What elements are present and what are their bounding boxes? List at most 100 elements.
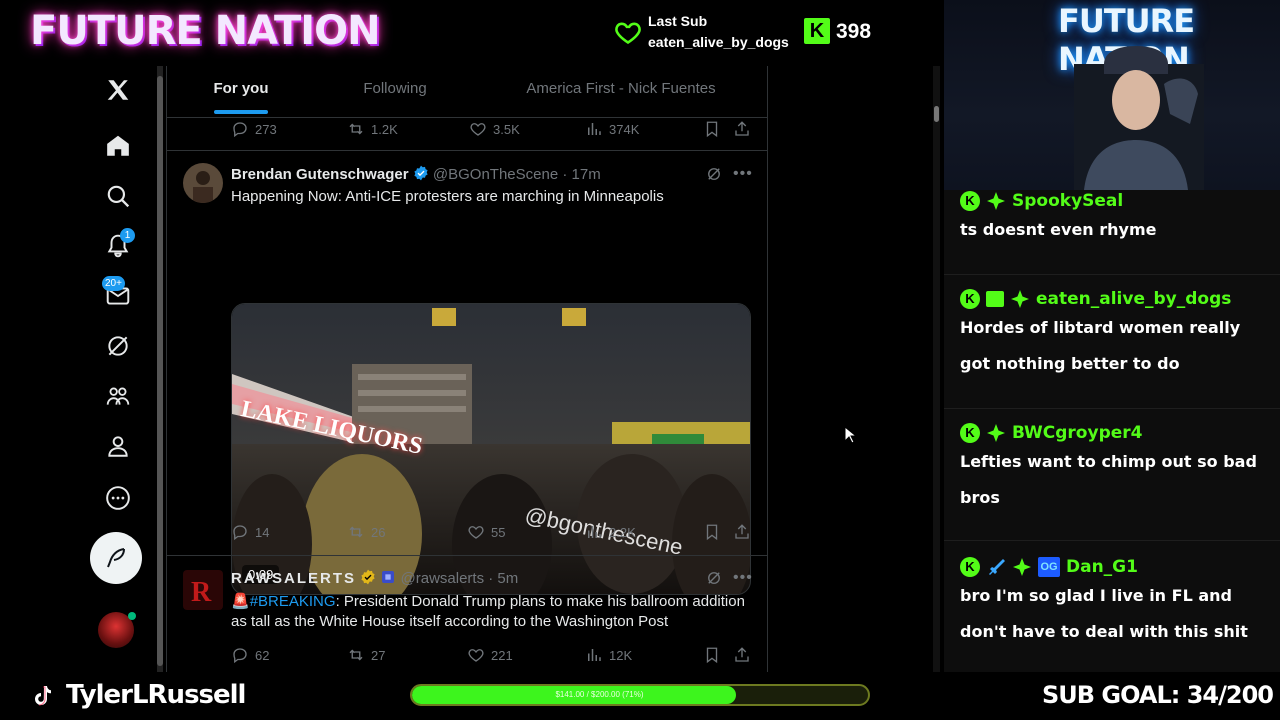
repost-button[interactable]: 27 <box>347 646 385 664</box>
like-button[interactable]: 3.5K <box>469 120 520 138</box>
active-tab-indicator <box>214 110 268 114</box>
donation-goal-bar: $141.00 / $200.00 (71%) <box>410 684 870 706</box>
reply-icon <box>233 525 247 541</box>
affiliate-badge-icon <box>382 571 395 583</box>
grok-explain-icon[interactable] <box>705 569 723 587</box>
chat-username[interactable]: SpookySeal <box>1012 191 1123 211</box>
last-sub-widget: Last Sub eaten_alive_by_dogs K 398 <box>612 10 912 56</box>
views-button[interactable]: 374K <box>585 120 639 138</box>
communities-icon[interactable] <box>90 376 146 416</box>
subscriber-badge-icon <box>987 192 1005 210</box>
tab-following[interactable]: Following <box>315 66 475 118</box>
share-icon[interactable] <box>733 523 751 541</box>
tweet-author-name[interactable]: RAWSALERTS <box>231 570 356 587</box>
like-button[interactable]: 55 <box>467 523 505 541</box>
tweet-header: Brendan Gutenschwager @BGOnTheScene · 17… <box>231 165 601 183</box>
tweet-author-name[interactable]: Brendan Gutenschwager <box>231 166 409 183</box>
last-sub-title: Last Sub <box>648 13 708 29</box>
page-scrollbar-track[interactable] <box>933 66 940 672</box>
more-options-icon[interactable]: ••• <box>733 570 752 591</box>
chat-text: ts doesnt even rhyme <box>960 220 1157 239</box>
chat-text: Lefties want to chimp out so bad bros <box>960 452 1257 507</box>
x-logo-icon[interactable] <box>90 70 146 110</box>
hashtag-link[interactable]: #BREAKING <box>250 593 336 610</box>
share-icon[interactable] <box>733 646 751 664</box>
x-browser-view: 1 20+ For you Following America First - … <box>0 66 940 672</box>
viewer-count: 398 <box>836 20 872 43</box>
tiktok-icon <box>35 686 51 706</box>
repost-icon <box>349 649 363 661</box>
grok-explain-icon[interactable] <box>705 165 723 183</box>
reply-button[interactable]: 62 <box>231 646 269 664</box>
repost-button[interactable]: 26 <box>347 523 385 541</box>
notifications-icon[interactable]: 1 <box>90 226 146 266</box>
bookmark-icon[interactable] <box>703 523 721 541</box>
views-button[interactable]: 2.2K <box>585 523 636 541</box>
svg-text:R: R <box>191 577 212 608</box>
tweet-text: 🚨#BREAKING: President Donald Trump plans… <box>231 592 751 632</box>
messages-badge: 20+ <box>102 276 125 291</box>
repost-count: 27 <box>371 647 386 663</box>
tweet-author-avatar[interactable]: R <box>183 570 223 610</box>
view-count: 2.2K <box>609 524 636 540</box>
share-icon[interactable] <box>733 120 751 138</box>
channel-logo: FUTURE NATION <box>30 8 381 54</box>
sub-goal-text: SUB GOAL: 34/200 <box>1042 681 1274 709</box>
feather-icon <box>107 548 125 568</box>
search-icon[interactable] <box>90 176 146 216</box>
subscriber-badge-icon <box>1013 558 1031 576</box>
subscriber-badge-icon <box>1011 290 1029 308</box>
chat-panel: K SpookySeal ts doesnt even rhyme K eate… <box>944 190 1280 672</box>
profile-icon[interactable] <box>90 426 146 466</box>
repost-icon <box>349 526 363 538</box>
tab-list[interactable]: America First - Nick Fuentes <box>475 66 767 118</box>
repost-button[interactable]: 1.2K <box>347 120 398 138</box>
og-badge-icon: OG <box>1038 557 1060 577</box>
tweet-video[interactable]: LAKE LIQUORS @bgonthescene 0:09 <box>231 303 751 595</box>
chat-user-row: K SpookySeal <box>960 190 1260 212</box>
chat-message: K eaten_alive_by_dogs Hordes of libtard … <box>960 288 1260 382</box>
chat-username[interactable]: Dan_G1 <box>1066 557 1138 577</box>
views-button[interactable]: 12K <box>585 646 632 664</box>
messages-icon[interactable]: 20+ <box>90 276 146 316</box>
notifications-badge: 1 <box>120 228 135 243</box>
like-count: 3.5K <box>493 121 520 137</box>
x-sidebar-nav: 1 20+ <box>90 66 146 672</box>
compose-post-button[interactable] <box>90 532 142 584</box>
kick-badge-icon: K <box>960 191 980 211</box>
views-icon <box>588 123 601 135</box>
last-sub-name: eaten_alive_by_dogs <box>648 34 789 50</box>
reply-button[interactable]: 273 <box>231 120 277 138</box>
more-options-icon[interactable]: ••• <box>733 166 752 187</box>
webcam-feed: FUTURE NATION <box>944 0 1280 190</box>
tweet-header: RAWSALERTS @rawsalerts · 5m <box>231 569 518 587</box>
chat-text: Hordes of libtard women really got nothi… <box>960 318 1241 373</box>
more-icon[interactable] <box>90 478 146 518</box>
kick-icon: K <box>804 18 830 44</box>
tweet-actions: 14 26 55 2.2K <box>231 523 751 545</box>
like-button[interactable]: 221 <box>467 646 513 664</box>
grok-icon[interactable] <box>90 326 146 366</box>
chat-divider <box>944 540 1280 541</box>
chat-username[interactable]: eaten_alive_by_dogs <box>1036 289 1231 309</box>
siren-icon: 🚨 <box>231 593 250 610</box>
page-scrollbar-thumb[interactable] <box>934 106 939 122</box>
timeline-tabs: For you Following America First - Nick F… <box>167 66 767 118</box>
gift-badge-icon <box>986 291 1004 307</box>
heart-icon <box>468 526 484 539</box>
chat-username[interactable]: BWCgroyper4 <box>1012 423 1142 443</box>
tweet[interactable]: R RAWSALERTS @rawsalerts · 5m ••• 🚨#BREA… <box>167 556 767 672</box>
bookmark-icon[interactable] <box>703 646 721 664</box>
gold-verified-badge-icon <box>361 569 375 585</box>
tweet[interactable]: Brendan Gutenschwager @BGOnTheScene · 17… <box>167 151 767 595</box>
tweet-author-avatar[interactable] <box>183 163 223 203</box>
tweet-handle: @rawsalerts · 5m <box>400 570 519 587</box>
online-indicator <box>128 612 136 620</box>
kick-badge-icon: K <box>960 557 980 577</box>
bookmark-icon[interactable] <box>703 120 721 138</box>
sidebar-scrollbar-thumb[interactable] <box>157 76 163 666</box>
home-icon[interactable] <box>90 126 146 166</box>
reply-button[interactable]: 14 <box>231 523 269 541</box>
tweet-actions: 62 27 221 12K <box>231 646 751 668</box>
streamer-name: TylerLRussell <box>66 680 246 710</box>
